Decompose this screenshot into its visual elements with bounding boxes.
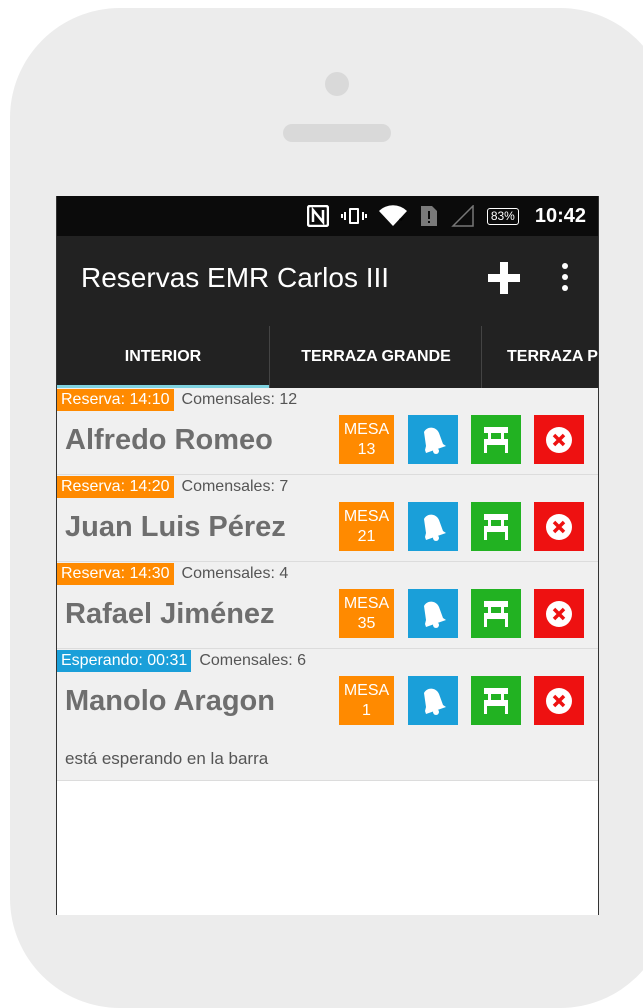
front-camera <box>325 72 349 96</box>
reservation-row[interactable]: Esperando: 00:31 Comensales: 6 Manolo Ar… <box>57 649 598 781</box>
tab-bar: INTERIOR TERRAZA GRANDE TERRAZA P <box>57 326 598 388</box>
notify-button[interactable] <box>408 415 458 464</box>
close-circle-icon <box>546 513 572 540</box>
reservation-note: está esperando en la barra <box>65 749 269 768</box>
clock: 10:42 <box>534 204 586 227</box>
tab-interior[interactable]: INTERIOR <box>57 326 269 388</box>
customer-name: Juan Luis Pérez <box>65 511 286 543</box>
customer-name: Manolo Aragon <box>65 685 275 717</box>
overflow-menu-button[interactable] <box>553 260 577 296</box>
table-label: MESA <box>343 681 390 699</box>
reservation-row[interactable]: Reserva: 14:10 Comensales: 12 Alfredo Ro… <box>57 388 598 475</box>
guests-count: Comensales: 6 <box>199 652 307 669</box>
tab-terraza-p[interactable]: TERRAZA P <box>481 326 598 388</box>
cancel-button[interactable] <box>534 415 584 464</box>
tab-terraza-grande[interactable]: TERRAZA GRANDE <box>269 326 482 388</box>
table-label: MESA <box>343 420 390 438</box>
chair-icon <box>484 600 508 627</box>
earpiece-speaker <box>283 124 391 142</box>
bell-icon <box>424 514 446 541</box>
customer-name: Alfredo Romeo <box>65 424 273 456</box>
table-button[interactable]: MESA 1 <box>339 676 394 725</box>
vibrate-icon <box>340 208 367 224</box>
seat-button[interactable] <box>471 589 521 638</box>
nfc-icon <box>306 205 329 227</box>
bell-icon <box>424 688 446 715</box>
guests-count: Comensales: 12 <box>181 391 298 408</box>
close-circle-icon <box>546 426 572 453</box>
close-circle-icon <box>546 600 572 627</box>
wifi-icon <box>378 205 407 226</box>
table-number: 13 <box>357 440 376 458</box>
status-badge: Reserva: 14:30 <box>57 563 174 585</box>
reservation-row[interactable]: Reserva: 14:30 Comensales: 4 Rafael Jimé… <box>57 562 598 649</box>
table-number: 1 <box>362 701 371 719</box>
guests-count: Comensales: 7 <box>181 478 289 495</box>
app-bar: Reservas EMR Carlos III <box>57 236 598 326</box>
table-label: MESA <box>343 594 390 612</box>
seat-button[interactable] <box>471 676 521 725</box>
add-reservation-button[interactable] <box>486 260 522 296</box>
seat-button[interactable] <box>471 502 521 551</box>
reservation-list: Reserva: 14:10 Comensales: 12 Alfredo Ro… <box>57 388 598 781</box>
app-title: Reservas EMR Carlos III <box>81 262 390 293</box>
overflow-menu-icon <box>562 263 568 291</box>
bell-icon <box>424 601 446 628</box>
table-button[interactable]: MESA 35 <box>339 589 394 638</box>
sim-icon <box>420 206 437 226</box>
status-badge: Esperando: 00:31 <box>57 650 192 672</box>
status-bar: 83% 10:42 <box>57 196 598 236</box>
table-label: MESA <box>343 507 390 525</box>
device-screen: 83% 10:42 Reservas EMR Carlos III INTERI… <box>56 196 599 915</box>
chair-icon <box>484 687 508 714</box>
battery-indicator: 83% <box>486 207 519 225</box>
reservation-row[interactable]: Reserva: 14:20 Comensales: 7 Juan Luis P… <box>57 475 598 562</box>
table-number: 21 <box>357 527 376 545</box>
cancel-button[interactable] <box>534 589 584 638</box>
notify-button[interactable] <box>408 502 458 551</box>
customer-name: Rafael Jiménez <box>65 598 275 630</box>
chair-icon <box>484 513 508 540</box>
chair-icon <box>484 426 508 453</box>
seat-button[interactable] <box>471 415 521 464</box>
guests-count: Comensales: 4 <box>181 565 289 582</box>
table-button[interactable]: MESA 21 <box>339 502 394 551</box>
notify-button[interactable] <box>408 676 458 725</box>
signal-icon <box>451 205 474 227</box>
notify-button[interactable] <box>408 589 458 638</box>
status-badge: Reserva: 14:10 <box>57 389 174 411</box>
close-circle-icon <box>546 687 572 714</box>
bell-icon <box>424 427 446 454</box>
table-number: 35 <box>357 614 376 632</box>
cancel-button[interactable] <box>534 502 584 551</box>
table-button[interactable]: MESA 13 <box>339 415 394 464</box>
add-icon <box>488 262 520 294</box>
cancel-button[interactable] <box>534 676 584 725</box>
status-badge: Reserva: 14:20 <box>57 476 174 498</box>
